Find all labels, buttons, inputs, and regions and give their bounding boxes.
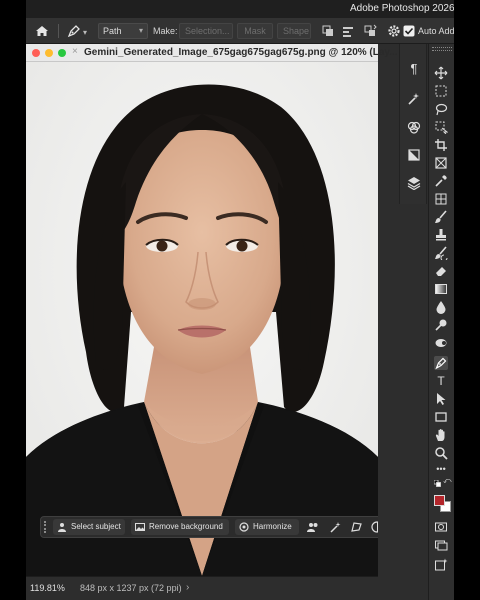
document-info[interactable]: 848 px x 1237 px (72 ppi) [80,583,182,593]
document-title: Gemini_Generated_Image_675gag675gag675g.… [84,47,398,58]
dodge-tool-icon[interactable] [434,318,448,332]
image-icon [135,523,145,531]
drag-handle-icon[interactable] [44,521,48,533]
make-mask-button[interactable]: Mask [237,23,273,39]
gradient-tool-icon[interactable] [434,282,448,296]
chevron-right-icon[interactable]: › [186,582,189,593]
select-subject-button[interactable]: Select subject [53,519,125,535]
status-bar: 119.81% 848 px x 1237 px (72 ppi) › [26,576,378,600]
move-tool-icon[interactable] [434,66,448,80]
pen-tool-icon[interactable] [434,356,448,370]
path-arrangement-icon[interactable] [362,23,378,39]
history-brush-tool-icon[interactable] [434,246,448,260]
panel-dock: ¶ [399,44,427,204]
close-tab-icon[interactable]: × [72,46,78,57]
eyedropper-tool-icon[interactable] [434,174,448,188]
person-icon [58,523,66,532]
generative-image-icon[interactable] [434,558,448,572]
tools-panel: T ••• ⤺ [428,44,454,600]
path-selection-tool-icon[interactable] [434,392,448,406]
pen-tool-icon[interactable] [66,23,82,39]
frame-grid-tool-icon[interactable] [434,192,448,206]
toolbar-grip[interactable] [432,47,452,51]
crop-tool-icon[interactable] [434,138,448,152]
eraser-tool-icon[interactable] [434,264,448,278]
adjustments-panel-icon[interactable] [407,148,421,162]
zoom-level[interactable]: 119.81% [30,583,65,593]
chevron-down-icon[interactable]: ▾ [83,28,87,37]
lasso-icon[interactable] [351,521,363,533]
remove-background-button[interactable]: Remove background [131,519,229,535]
menu-bar: Adobe Photoshop 2026 [26,0,454,18]
portrait-photo [26,62,378,576]
mode-select-value: Path [103,26,122,36]
home-icon[interactable] [34,23,50,39]
gear-icon[interactable] [386,23,402,39]
paragraph-panel-icon[interactable]: ¶ [407,62,421,76]
rectangle-tool-icon[interactable] [434,410,448,424]
contextual-task-bar: Select subject Remove background Harmoni… [40,516,378,538]
make-selection-button[interactable]: Selection... [179,23,233,39]
remove-background-label: Remove background [149,522,223,531]
layers-panel-icon[interactable] [407,176,421,190]
canvas[interactable]: Select subject Remove background Harmoni… [26,62,378,576]
close-window-button[interactable] [32,49,40,57]
properties-panel-icon[interactable] [407,120,421,134]
brush-tool-icon[interactable] [434,210,448,224]
default-colors-icon[interactable] [434,480,441,487]
minimize-window-button[interactable] [45,49,53,57]
lasso-tool-icon[interactable] [434,102,448,116]
make-label: Make: [153,26,178,36]
harmonize-button[interactable]: Harmonize [235,519,299,535]
divider [58,24,59,38]
spot-healing-panel-icon[interactable] [407,92,421,106]
people-icon[interactable] [307,521,319,533]
magic-wand-icon[interactable] [329,521,341,533]
hand-tool-icon[interactable] [434,428,448,442]
clone-stamp-tool-icon[interactable] [434,228,448,242]
mode-select[interactable]: Path ▾ [98,23,148,39]
document-tab[interactable]: × Gemini_Generated_Image_675gag675gag675… [26,44,398,62]
foreground-color-swatch[interactable] [434,495,445,506]
zoom-window-button[interactable] [58,49,66,57]
app-title: Adobe Photoshop 2026 [350,3,454,14]
screen-mode-icon[interactable] [434,538,448,552]
swap-colors-icon[interactable]: ⤺ [443,476,452,486]
object-selection-tool-icon[interactable] [434,120,448,134]
zoom-tool-icon[interactable] [434,446,448,460]
edit-toolbar-icon[interactable]: ••• [434,462,448,476]
type-tool-icon[interactable]: T [434,374,448,388]
smudge-tool-icon[interactable] [434,336,448,350]
quick-mask-icon[interactable] [434,520,448,534]
path-alignment-icon[interactable] [340,23,356,39]
options-bar: ▾ Path ▾ Make: Selection... Mask Shape A… [26,18,454,44]
auto-add-delete-label: Auto Add/ [418,26,454,36]
harmonize-label: Harmonize [253,522,292,531]
harmonize-icon [239,522,249,532]
adjustment-layer-icon[interactable] [371,521,378,533]
make-shape-button[interactable]: Shape [277,23,311,39]
marquee-tool-icon[interactable] [434,84,448,98]
photoshop-window: Adobe Photoshop 2026 ▾ Path ▾ Make: Sele… [26,0,454,600]
frame-tool-icon[interactable] [434,156,448,170]
chevron-down-icon: ▾ [138,26,143,35]
blur-tool-icon[interactable] [434,300,448,314]
path-operations-icon[interactable] [320,23,336,39]
document-window: × Gemini_Generated_Image_675gag675gag675… [26,44,398,600]
select-subject-label: Select subject [71,522,121,531]
checkbox-checked-icon[interactable] [403,23,419,39]
